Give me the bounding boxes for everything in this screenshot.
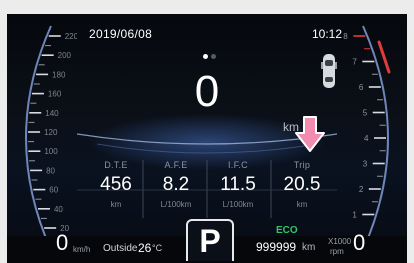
down-arrow-icon: [293, 115, 327, 155]
stat-unit: L/100km: [160, 200, 192, 209]
rpm-tick-label: 3: [363, 160, 368, 169]
speed-unit-label: km/h: [73, 245, 91, 254]
speed-tick-label: 180: [52, 70, 66, 79]
stat-label: D.T.E: [104, 160, 128, 170]
screenshot-frame: 220 200 180 160 140 120 100 80 60 40 20 87654321 2…: [0, 0, 414, 263]
gear-letter: P: [199, 223, 221, 259]
outside-label: Outside: [103, 243, 138, 254]
rpm-tick-label: 5: [363, 109, 368, 118]
speed-tick-label: 40: [54, 205, 63, 214]
stat-value: 456: [100, 174, 132, 195]
rpm-needle: [377, 40, 391, 74]
stat-value: 20.5: [283, 174, 321, 195]
stat-label: I.F.C: [227, 160, 248, 170]
odometer-value: 999999: [256, 240, 297, 254]
page-dot-inactive[interactable]: [211, 54, 216, 59]
rpm-tick-label: 8: [343, 32, 348, 41]
rpm-tick-label: 1: [352, 211, 357, 220]
stat-unit: km: [296, 200, 308, 209]
stat-label: Trip: [293, 160, 311, 170]
tachometer-gauge: 8 7 6 5 4 3 2 1: [337, 14, 407, 263]
rpm-unit: rpm: [330, 247, 344, 256]
stat-trip[interactable]: Trip 20.5 km: [271, 160, 333, 209]
speedometer-gauge: 220 200 180 160 140 120 100 80 60 40 20: [7, 14, 77, 263]
date-display: 2019/06/08: [89, 27, 153, 41]
speed-tick-label: 120: [44, 128, 58, 137]
instrument-cluster: 220 200 180 160 140 120 100 80 60 40 20 87654321 2…: [7, 14, 407, 263]
speed-value: 0: [194, 67, 220, 116]
stat-label: A.F.E: [164, 160, 188, 170]
rpm-zero-label: 0: [353, 230, 366, 255]
stat-afe: A.F.E 8.2 L/100km: [145, 160, 207, 209]
time-display: 10:12: [312, 27, 343, 41]
speed-tick-label: 160: [48, 90, 62, 99]
outside-temperature: 26: [138, 241, 152, 255]
stat-value: 11.5: [220, 174, 256, 195]
temperature-unit: °C: [152, 243, 163, 253]
speedometer-scale: 22020018016014012010080604020: [25, 25, 77, 251]
rpm-tick-label: 4: [364, 134, 369, 143]
page-indicator[interactable]: [203, 54, 221, 60]
stat-value: 8.2: [162, 174, 190, 195]
rpm-multiplier: X1000: [328, 237, 352, 246]
stat-ifc: I.F.C 11.5 L/100km: [207, 160, 269, 209]
car-top-view-icon: [318, 50, 340, 92]
stat-dte: D.T.E 456 km: [85, 160, 147, 209]
odometer-unit: km: [302, 242, 316, 253]
tachometer-scale: 8 7 6 5 4 3 2 1: [343, 25, 391, 251]
rpm-tick-label: 6: [359, 83, 364, 92]
rpm-tick-label: 2: [359, 185, 364, 194]
speed-tick-label: 220: [65, 32, 77, 41]
speedometer-arc: [25, 25, 52, 251]
speed-tick-label: 80: [46, 166, 55, 175]
eco-indicator: ECO: [276, 225, 298, 236]
stat-unit: km: [110, 200, 122, 209]
gear-indicator: P: [186, 219, 234, 261]
page-dot-active[interactable]: [203, 54, 208, 59]
speed-zero-label: 0: [56, 230, 69, 255]
rpm-tick-label: 7: [352, 58, 357, 67]
speed-tick-label: 200: [58, 51, 72, 60]
speed-tick-label: 60: [49, 186, 58, 195]
speed-tick-label: 140: [45, 109, 59, 118]
speed-tick-label: 100: [44, 147, 58, 156]
stat-unit: L/100km: [222, 200, 254, 209]
